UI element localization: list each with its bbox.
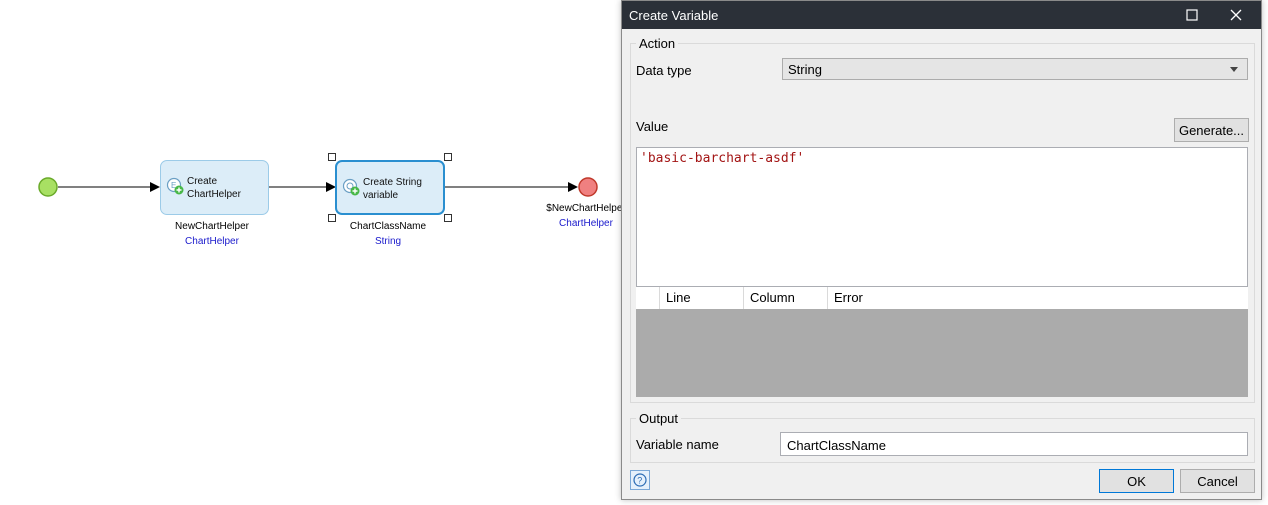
action-group-label: Action	[636, 36, 679, 51]
output-variable-type: String	[374, 236, 402, 247]
output-variable-type: ChartHelper	[185, 236, 239, 247]
return-type: ChartHelper	[559, 218, 613, 229]
activity-create-charthelper[interactable]: E Create ChartHelper	[160, 160, 269, 215]
column-header-column[interactable]: Column	[744, 287, 828, 309]
error-list[interactable]: Line Column Error	[636, 287, 1248, 397]
column-header-error[interactable]: Error	[828, 287, 1248, 309]
column-header-icon	[636, 287, 660, 309]
data-type-dropdown[interactable]: String	[782, 58, 1248, 80]
help-button[interactable]: ?	[630, 470, 650, 490]
chevron-down-icon	[1230, 67, 1238, 72]
output-variable-name: NewChartHelper	[175, 221, 249, 232]
end-event[interactable]	[578, 177, 598, 197]
dialog-titlebar[interactable]: Create Variable	[622, 1, 1261, 29]
start-event[interactable]	[38, 177, 58, 197]
resize-handle-bottom-left[interactable]	[328, 214, 336, 222]
resize-handle-top-right[interactable]	[444, 153, 452, 161]
resize-handle-top-left[interactable]	[328, 153, 336, 161]
resize-handle-bottom-right[interactable]	[444, 214, 452, 222]
variable-name-label: Variable name	[636, 437, 719, 452]
create-object-icon: E	[166, 177, 184, 195]
activity-caption: Create String variable	[363, 177, 422, 201]
svg-text:?: ?	[637, 476, 642, 486]
activity-caption: Create ChartHelper	[187, 176, 241, 200]
data-type-label: Data type	[636, 63, 692, 78]
maximize-button[interactable]	[1170, 1, 1214, 29]
cancel-button[interactable]: Cancel	[1180, 469, 1255, 493]
dialog-title: Create Variable	[629, 8, 719, 23]
return-value: $NewChartHelper	[546, 203, 626, 214]
activity-create-string-variable[interactable]: Create String variable	[335, 160, 445, 215]
close-icon	[1230, 9, 1242, 21]
create-variable-icon	[342, 178, 360, 196]
data-type-selected: String	[788, 62, 822, 77]
expression-text: 'basic-barchart-asdf'	[640, 151, 805, 166]
maximize-icon	[1186, 9, 1198, 21]
output-group-label: Output	[636, 411, 682, 426]
expression-editor[interactable]: 'basic-barchart-asdf'	[636, 147, 1248, 287]
help-icon: ?	[633, 473, 647, 487]
variable-name-value: ChartClassName	[787, 438, 886, 453]
column-header-line[interactable]: Line	[660, 287, 744, 309]
error-list-header: Line Column Error	[636, 287, 1248, 309]
create-variable-dialog: Create Variable Action Data type String …	[621, 0, 1262, 500]
variable-name-input[interactable]: ChartClassName	[780, 432, 1248, 456]
close-button[interactable]	[1214, 1, 1258, 29]
ok-button[interactable]: OK	[1099, 469, 1174, 493]
value-label: Value	[636, 119, 669, 134]
output-variable-name: ChartClassName	[349, 221, 427, 232]
generate-button[interactable]: Generate...	[1174, 118, 1249, 142]
